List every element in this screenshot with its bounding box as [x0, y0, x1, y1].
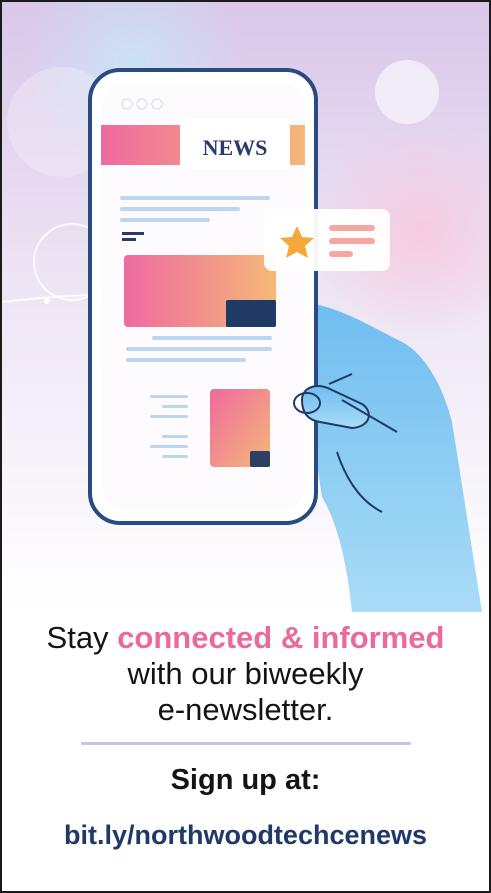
headline-line-3: e-newsletter.: [157, 692, 334, 727]
divider: [80, 742, 411, 745]
phone-illustration: NEWS: [88, 68, 318, 525]
flyer-frame: NEWS Stay connected & informed with our …: [0, 0, 491, 893]
headline-highlight: connected & informed: [117, 620, 445, 655]
hero-illustration: NEWS: [2, 2, 489, 612]
signup-label: Sign up at:: [170, 764, 321, 796]
decor-circle: [375, 60, 439, 124]
headline-lead: Stay: [46, 620, 118, 655]
headline-line-2: with our biweekly: [127, 656, 364, 691]
news-masthead: NEWS: [203, 135, 268, 160]
headline-line-1: Stay connected & informed: [2, 620, 489, 656]
message-block: Stay connected & informed with our biwee…: [2, 620, 489, 851]
signup-url[interactable]: bit.ly/northwoodtechcenews: [2, 819, 489, 851]
rating-card: [264, 209, 390, 271]
